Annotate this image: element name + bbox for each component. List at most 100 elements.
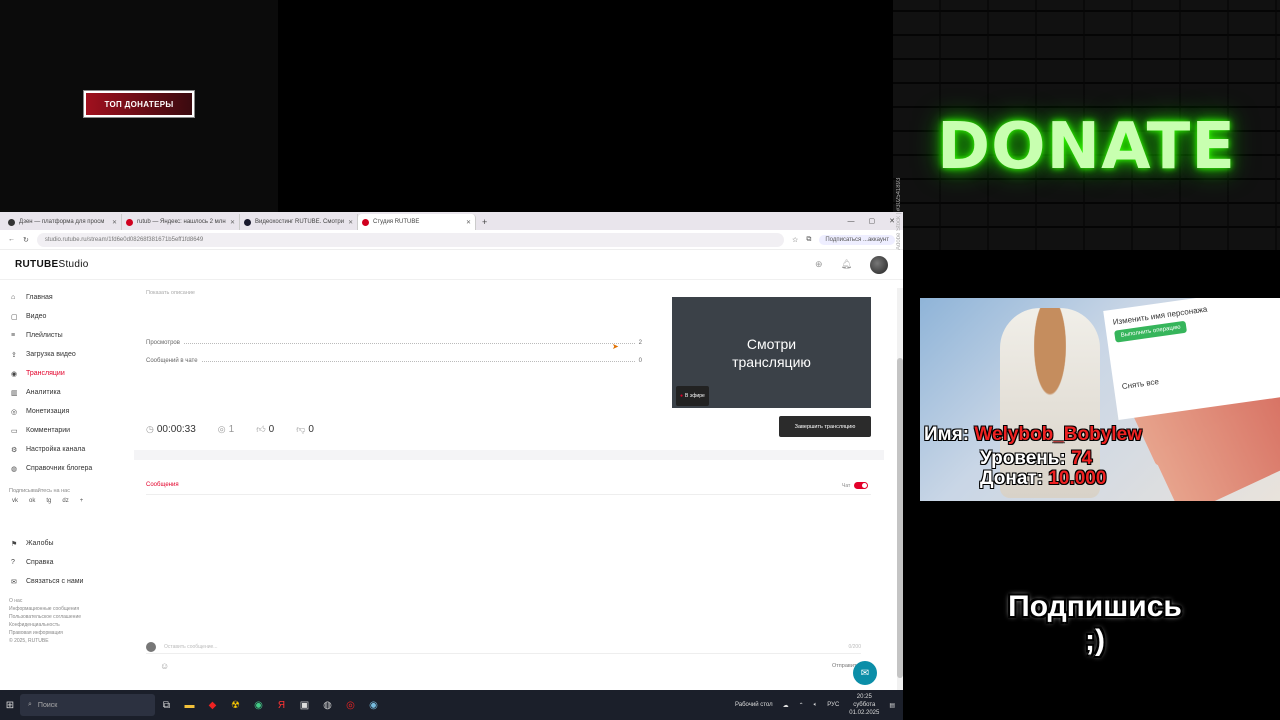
footer-link[interactable]: О нас xyxy=(0,597,130,605)
promo-name-value: Welybob_Bobylew xyxy=(974,424,1142,445)
app-icon[interactable]: ◉ xyxy=(362,700,385,711)
sidebar-item[interactable]: ≡ Плейлисты xyxy=(0,326,130,345)
stream-preview[interactable]: Смотри трансляцию В эфире xyxy=(672,297,871,408)
promo-name-line: Имя: Welybob_Bobylew xyxy=(924,424,1142,446)
browser-tab-active[interactable]: Студия RUTUBE ✕ xyxy=(358,214,476,230)
url-field[interactable]: studio.rutube.ru/stream/1fd6e0d08268f381… xyxy=(36,232,785,247)
sidebar-item[interactable]: ▭ Комментарии xyxy=(0,421,130,440)
app-icon[interactable]: ◎ xyxy=(339,700,362,711)
logo-text: RUTUBE xyxy=(15,259,59,270)
tab-favicon-icon xyxy=(362,218,369,226)
chat-toggle[interactable] xyxy=(854,482,869,489)
footer-link[interactable]: Пользовательское соглашение xyxy=(0,613,130,621)
sidebar-bottom-item[interactable]: ✉ Связаться с нами xyxy=(0,572,130,591)
close-icon[interactable]: ✕ xyxy=(466,219,471,226)
maximize-icon[interactable]: ▢ xyxy=(869,214,876,230)
dislikes-value: 0 xyxy=(308,424,314,435)
promo-card-text: Изменить имя персонажа xyxy=(1112,304,1208,327)
footer-link[interactable]: Конфиденциальность xyxy=(0,621,130,629)
browser-tab[interactable]: Видеохостинг RUTUBE. Смотри ✕ xyxy=(240,214,358,230)
upload-icon[interactable]: ⊕ xyxy=(815,259,823,270)
app-icon[interactable]: ▣ xyxy=(293,700,316,711)
footer-link[interactable]: © 2025, RUTUBE xyxy=(0,637,130,645)
preview-text: Смотри трансляцию xyxy=(732,335,811,370)
app-icon[interactable]: ☢ xyxy=(224,700,247,711)
end-stream-button[interactable]: Завершить трансляцию xyxy=(779,416,871,437)
app-icon[interactable]: ◍ xyxy=(316,700,339,711)
app-icon[interactable]: ◆ xyxy=(201,700,224,711)
taskbar-search[interactable]: ⌕ Поиск xyxy=(20,694,155,716)
support-chat-icon[interactable]: ✉ xyxy=(853,661,877,685)
bookmark-star-icon[interactable]: ☆ xyxy=(792,236,798,244)
sidebar-bottom-item[interactable]: ⚑ Жалобы xyxy=(0,534,130,553)
likes-value: 0 xyxy=(268,424,275,435)
reload-icon[interactable]: ↻ xyxy=(23,236,29,244)
avatar[interactable] xyxy=(870,255,888,274)
close-icon[interactable]: ✕ xyxy=(230,219,235,226)
tab-messages[interactable]: Сообщения xyxy=(146,482,179,488)
sidebar-item-label: Жалобы xyxy=(26,540,54,547)
profile-button[interactable]: Подписаться ...аккаунт xyxy=(819,234,895,245)
chrome-icon[interactable]: ◉ xyxy=(247,700,270,711)
language-indicator[interactable]: РУС xyxy=(827,702,839,708)
back-icon[interactable]: ← xyxy=(8,236,15,243)
promo-level-label: Уровень: xyxy=(980,448,1072,469)
nav-icon: ▥ xyxy=(11,389,18,397)
nav-icon: ▭ xyxy=(11,427,18,435)
sidebar-item[interactable]: ▥ Аналитика xyxy=(0,383,130,402)
browser-tab[interactable]: Дзен — платформа для просм ✕ xyxy=(4,214,122,230)
close-icon[interactable]: ✕ xyxy=(348,219,353,226)
chevron-up-icon[interactable]: ⌃ xyxy=(799,702,804,709)
subscribe-overlay-text: Подпишись ;) xyxy=(1008,590,1182,657)
promo-card-text-2: Снять все xyxy=(1121,377,1160,392)
nav-icon: ▢ xyxy=(11,313,18,321)
social-dz-icon[interactable]: dz xyxy=(62,498,68,504)
social-tg-icon[interactable]: tg xyxy=(46,498,51,504)
nav-icon: ◎ xyxy=(11,408,18,416)
network-icon[interactable]: ☁ xyxy=(783,702,789,709)
sidebar-item[interactable]: ⚙ Настройка канала xyxy=(0,440,130,459)
browser-window: Дзен — платформа для просм ✕ rutub — Янде… xyxy=(0,212,903,690)
message-input[interactable]: Оставить сообщение... xyxy=(164,644,217,650)
rutube-studio-logo[interactable]: RUTUBEStudio xyxy=(15,259,89,270)
clock[interactable]: 20:25 суббота 01.02.2025 xyxy=(849,693,879,717)
speaker-icon[interactable]: 🔈︎ xyxy=(814,702,818,709)
sidebar-item[interactable]: ◉ Трансляции xyxy=(0,364,130,383)
social-vk-icon[interactable]: vk xyxy=(12,498,18,504)
taskbar-search-input: Поиск xyxy=(37,701,58,709)
show-description-link[interactable]: Показать описание xyxy=(146,290,195,296)
window-close-icon[interactable]: ✕ xyxy=(889,214,895,230)
browser-tab[interactable]: rutub — Яндекс: нашлось 2 млн ✕ xyxy=(122,214,240,230)
social-ok-icon[interactable]: ok xyxy=(29,498,35,504)
start-icon[interactable]: ⊞ xyxy=(0,700,20,711)
notification-icon[interactable]: ▤ xyxy=(889,702,895,709)
nav-icon: ⌂ xyxy=(11,294,16,301)
new-tab-button[interactable]: + xyxy=(476,214,493,230)
studio-header: RUTUBEStudio ⊕ 🔔︎ xyxy=(0,250,903,280)
file-explorer-icon[interactable]: ▬ xyxy=(178,700,201,711)
footer-link[interactable]: Правовая информация xyxy=(0,629,130,637)
desktop-label[interactable]: Рабочий стол xyxy=(735,702,773,708)
address-bar-row: ← ↻ studio.rutube.ru/stream/1fd6e0d08268… xyxy=(0,230,903,250)
notifications-icon[interactable]: 🔔︎ xyxy=(841,259,852,270)
sidebar-bottom-item[interactable]: ? Справка xyxy=(0,553,130,572)
minimize-icon[interactable]: — xyxy=(848,214,855,230)
sidebar-item[interactable]: ⌂ Главная xyxy=(0,288,130,307)
social-+-icon[interactable]: + xyxy=(80,498,84,504)
nav-icon: ✉ xyxy=(11,578,17,586)
yandex-icon[interactable]: Я xyxy=(270,700,293,711)
scrollbar[interactable] xyxy=(897,288,903,690)
tab-favicon-icon xyxy=(126,218,133,226)
footer-link[interactable]: Информационные сообщения xyxy=(0,605,130,613)
close-icon[interactable]: ✕ xyxy=(112,219,117,226)
extensions-icon[interactable]: ⧉ xyxy=(806,236,811,244)
emoji-icon[interactable]: ☺ xyxy=(160,661,169,671)
stat-dots xyxy=(201,358,635,362)
sidebar-item[interactable]: ▢ Видео xyxy=(0,307,130,326)
task-view-icon[interactable]: ⧉ xyxy=(155,700,178,711)
sidebar-item[interactable]: ◎ Монетизация xyxy=(0,402,130,421)
sidebar-item[interactable]: ◍ Справочник блогера xyxy=(0,459,130,478)
scrollbar-thumb[interactable] xyxy=(897,358,903,678)
sidebar-item-label: Трансляции xyxy=(26,370,65,377)
sidebar-item[interactable]: ⇪ Загрузка видео xyxy=(0,345,130,364)
